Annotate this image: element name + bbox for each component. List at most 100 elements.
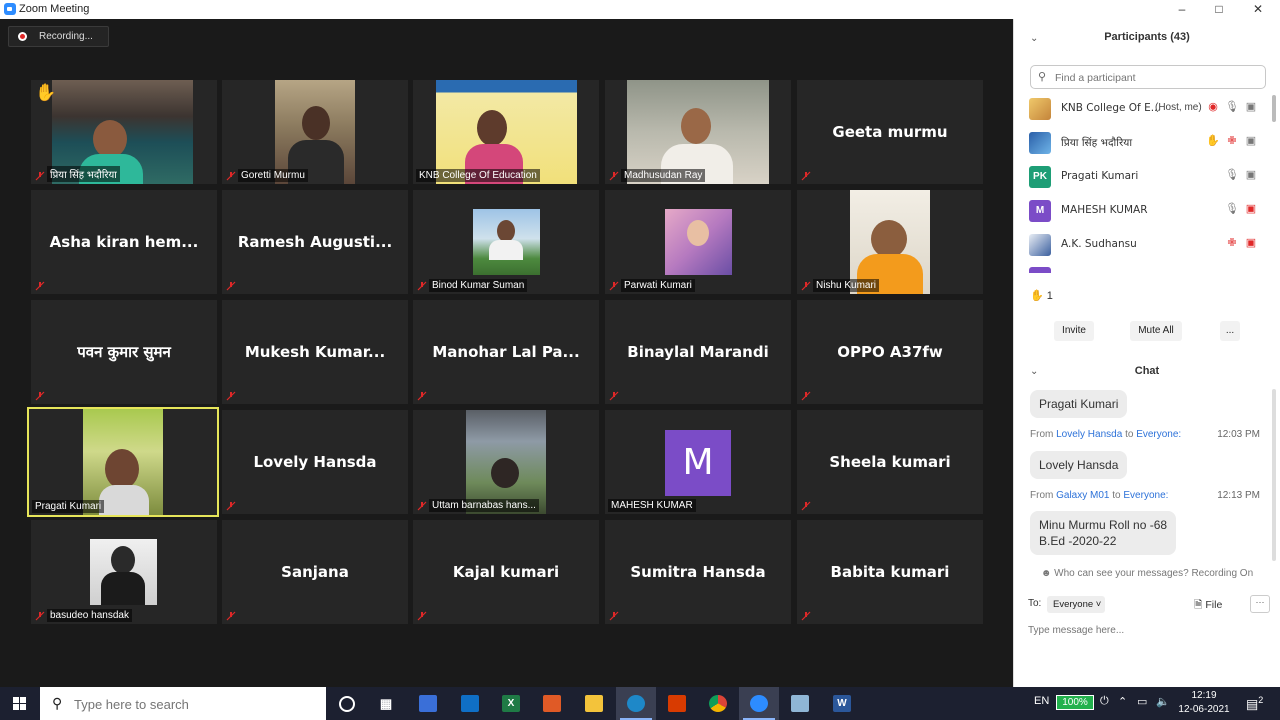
video-gallery: Recording... ✋ प्रिया सिंह भदौरिया Goret…	[0, 19, 1013, 687]
video-tile[interactable]: पवन कुमार सुमन	[31, 300, 217, 404]
video-tile[interactable]: M MAHESH KUMAR	[605, 410, 791, 514]
video-tile[interactable]: Uttam barnabas hans...	[413, 410, 599, 514]
more-options-button[interactable]: ...	[1220, 321, 1240, 341]
mic-icon[interactable]: 🎙	[1225, 202, 1239, 218]
participant-name: basudeo hansdak	[47, 609, 132, 622]
battery-indicator[interactable]: 100%	[1056, 695, 1094, 710]
mic-icon[interactable]: 🎙	[1225, 168, 1239, 184]
zoom-logo-icon	[4, 3, 16, 15]
participant-list-name: MAHESH KUMAR	[1061, 204, 1148, 216]
video-tile[interactable]: basudeo hansdak	[31, 520, 217, 624]
video-tile[interactable]: Parwati Kumari	[605, 190, 791, 294]
video-tile[interactable]: Nishu Kumari	[797, 190, 983, 294]
mic-muted-icon	[417, 391, 427, 401]
invite-button[interactable]: Invite	[1054, 321, 1094, 341]
chat-recipient[interactable]: Everyone:	[1123, 490, 1168, 501]
power-icon[interactable]: ⏻	[1100, 695, 1109, 708]
participant-row[interactable]: M MAHESH KUMAR 🎙 ▣	[1029, 199, 1266, 223]
mic-muted-icon[interactable]: ✙	[1225, 236, 1239, 252]
to-label: To:	[1028, 598, 1042, 609]
notifications-button[interactable]: ▤2	[1246, 695, 1263, 712]
video-off-icon[interactable]: ▣	[1244, 236, 1258, 252]
chat-sender[interactable]: Lovely Hansda	[1056, 429, 1122, 440]
chat-message-input[interactable]	[1026, 620, 1270, 640]
video-tile-active-speaker[interactable]: Pragati Kumari	[27, 407, 219, 517]
video-camera-icon[interactable]: ▣	[1244, 100, 1258, 116]
recipient-dropdown[interactable]: Everyone ˅	[1047, 596, 1105, 613]
chevron-up-icon[interactable]: ⌃	[1118, 695, 1127, 708]
video-tile[interactable]: Geeta murmu	[797, 80, 983, 184]
volume-icon[interactable]: 🔈	[1156, 695, 1170, 708]
video-tile[interactable]: KNB College Of Education	[413, 80, 599, 184]
participant-search-box[interactable]: ⚲	[1030, 65, 1266, 89]
chat-recipient[interactable]: Everyone:	[1136, 429, 1181, 440]
taskbar-app-button[interactable]	[532, 687, 572, 720]
participant-display-name: Sanjana	[281, 563, 349, 581]
mic-muted-icon	[609, 611, 619, 621]
battery-icon[interactable]: ▭	[1137, 695, 1147, 708]
video-tile[interactable]: Sheela kumari	[797, 410, 983, 514]
participant-search-input[interactable]	[1053, 69, 1257, 87]
file-button[interactable]: 🗎 File	[1194, 597, 1222, 615]
participant-row[interactable]: A.K. Sudhansu ✙ ▣	[1029, 233, 1266, 257]
video-tile[interactable]: Babita kumari	[797, 520, 983, 624]
video-tile[interactable]: Mukesh Kumar...	[222, 300, 408, 404]
taskbar-app-button[interactable]	[780, 687, 820, 720]
participant-row[interactable]: प्रिया सिंह भदौरिया ✋ ✙ ▣	[1029, 131, 1266, 155]
recording-indicator[interactable]: Recording...	[8, 26, 109, 47]
video-tile[interactable]: ✋ प्रिया सिंह भदौरिया	[31, 80, 217, 184]
taskbar-clock[interactable]: 12:19 12-06-2021	[1178, 689, 1230, 717]
video-tile[interactable]: Binod Kumar Suman	[413, 190, 599, 294]
excel-button[interactable]: X	[491, 687, 531, 720]
video-tile[interactable]: Binaylal Marandi	[605, 300, 791, 404]
taskbar-app-button[interactable]	[408, 687, 448, 720]
host-label: (Host, me)	[1155, 102, 1202, 113]
chat-privacy-notice[interactable]: ☻ Who can see your messages? Recording O…	[1014, 568, 1280, 579]
video-tile[interactable]: Madhusudan Ray	[605, 80, 791, 184]
minimize-button[interactable]: –	[1162, 0, 1202, 19]
chat-sender[interactable]: Galaxy M01	[1056, 490, 1109, 501]
video-tile[interactable]: Goretti Murmu	[222, 80, 408, 184]
edge-button[interactable]	[616, 687, 656, 720]
word-button[interactable]: W	[822, 687, 862, 720]
video-tile[interactable]: Sumitra Hansda	[605, 520, 791, 624]
task-view-button[interactable]: ▦	[366, 687, 406, 720]
participant-row[interactable]: KNB College Of E... (Host, me) ◉ 🎙 ▣	[1029, 97, 1266, 121]
video-tile[interactable]: Ramesh Augusti...	[222, 190, 408, 294]
maximize-button[interactable]: □	[1199, 0, 1239, 19]
notification-count: 2	[1258, 695, 1264, 705]
video-tile[interactable]: OPPO A37fw	[797, 300, 983, 404]
video-tile[interactable]: Lovely Hansda	[222, 410, 408, 514]
mute-all-button[interactable]: Mute All	[1130, 321, 1182, 341]
chat-message: Minu Murmu Roll no -68 B.Ed -2020-22	[1030, 511, 1177, 555]
taskbar-search-input[interactable]	[72, 695, 316, 714]
mic-muted-icon[interactable]: ✙	[1225, 134, 1239, 150]
chat-message-meta: From Galaxy M01 to Everyone: 12:13 PM	[1030, 490, 1260, 501]
participant-avatar: PK	[1029, 166, 1051, 188]
participants-scrollbar[interactable]	[1272, 95, 1276, 122]
input-language[interactable]: EN	[1034, 695, 1049, 707]
video-tile[interactable]: Kajal kumari	[413, 520, 599, 624]
start-button[interactable]	[0, 687, 40, 720]
close-button[interactable]: ✕	[1238, 0, 1278, 19]
office-button[interactable]	[657, 687, 697, 720]
video-camera-icon[interactable]: ▣	[1244, 134, 1258, 150]
participant-row[interactable]: PK Pragati Kumari 🎙 ▣	[1029, 165, 1266, 189]
video-tile[interactable]: Sanjana	[222, 520, 408, 624]
video-tile[interactable]: Manohar Lal Pa...	[413, 300, 599, 404]
video-camera-icon[interactable]: ▣	[1244, 168, 1258, 184]
taskbar-search[interactable]: ⚲	[40, 687, 326, 720]
mic-muted-icon	[35, 281, 45, 291]
file-explorer-button[interactable]	[574, 687, 614, 720]
video-off-icon[interactable]: ▣	[1244, 202, 1258, 218]
mic-icon[interactable]: 🎙	[1225, 100, 1239, 116]
microsoft-store-button[interactable]	[450, 687, 490, 720]
video-tile[interactable]: Asha kiran hem...	[31, 190, 217, 294]
raised-hands-count: ✋ 1	[1030, 289, 1053, 302]
chrome-button[interactable]	[698, 687, 738, 720]
zoom-taskbar-button[interactable]	[739, 687, 779, 720]
chat-more-button[interactable]: ···	[1250, 595, 1270, 613]
cortana-button[interactable]	[326, 687, 366, 720]
recording-label: Recording...	[39, 31, 93, 42]
chat-scrollbar[interactable]	[1272, 389, 1276, 561]
